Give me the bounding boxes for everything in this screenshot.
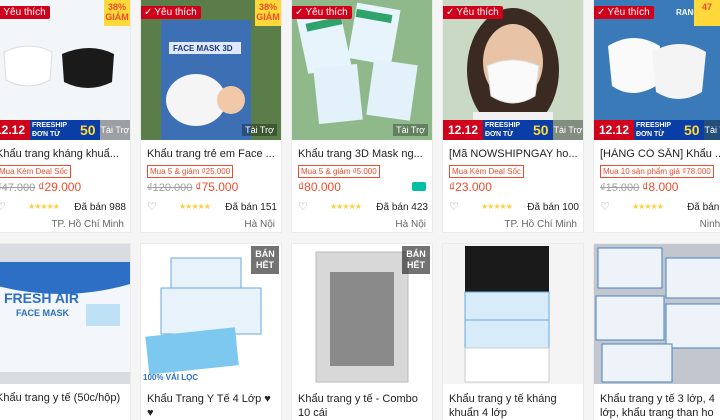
deal-tag: Mua Kèm Deal Sốc (449, 165, 524, 178)
image-badge: 100% VẢI LỌC (143, 373, 199, 382)
price: ₫23.000 (449, 180, 492, 194)
discount-badge: 47 (694, 0, 720, 26)
deal-tag: Mua Kèm Deal Sốc (0, 165, 71, 178)
product-name[interactable]: Khẩu trang y tế - Combo 10 cái (298, 392, 428, 420)
heart-icon[interactable]: ♡ (147, 200, 157, 213)
favorite-badge: ✓Yêu thích (594, 6, 654, 19)
price: ₫47.000₫29.000 (0, 180, 82, 194)
star-rating-icon: ★★★★★ (28, 202, 60, 211)
mask-packs-photo (292, 0, 432, 140)
package-text: FACE MASK 3D (173, 44, 233, 53)
discount-badge: 38% GIẢM (255, 0, 281, 26)
star-rating-icon: ★★★★★ (330, 202, 362, 211)
favorite-badge: ✓Yêu thích (141, 6, 201, 19)
product-image: RANG KT5 ✓Yêu thích 47 12.12 FREESHIP ĐƠ… (594, 0, 720, 140)
deal-tag: Mua 5 & giảm ₫5.000 (298, 165, 380, 178)
sponsored-tag: Tài Trợ (242, 124, 277, 136)
product-card[interactable]: ✓ Yêu thích 12.12 FREESHIP ĐƠN TỪ 50 Tài … (443, 0, 583, 232)
product-card[interactable]: BÁN HẾT 100% VẢI LỌC Khẩu Trang Y Tế 4 L… (141, 244, 281, 420)
product-card[interactable]: FACE MASK 3D ✓ Yêu thích 38% GIẢM Tài Trợ … (141, 0, 281, 232)
location: Ninh Bìn (699, 219, 720, 230)
rating-row: ♡ ★★★★★ Đã bán 1,7 (600, 200, 720, 213)
favorite-badge: ✓Yêu thích (443, 6, 503, 19)
box-sub-text: FACE MASK (16, 308, 70, 318)
location: TP. Hồ Chí Minh (51, 219, 124, 230)
rating-row: ♡ ★★★★★ Đã bán 151 (147, 200, 277, 213)
star-rating-icon: ★★★★★ (632, 202, 664, 211)
favorite-badge: ✓Yêu thích (0, 6, 50, 19)
product-card[interactable]: ✓Yêu thích 38%GIẢM 12.12 FREESHIP ĐƠN TỪ… (0, 0, 130, 232)
product-card[interactable]: BÁN HẾT Khẩu trang y tế - Combo 10 cái (292, 244, 432, 420)
location: Hà Nội (395, 219, 426, 230)
product-name[interactable]: Khẩu trang 3D Mask ng... (298, 148, 428, 160)
location: Hà Nội (244, 219, 275, 230)
favorite-badge: ✓Yêu thích (292, 6, 352, 19)
star-rating-icon: ★★★★★ (481, 202, 513, 211)
product-card[interactable]: RANG KT5 ✓Yêu thích 47 12.12 FREESHIP ĐƠ… (594, 0, 720, 232)
product-image: FACE MASK 3D ✓ Yêu thích 38% GIẢM Tài Trợ (141, 0, 281, 140)
rating-row: ♡ ★★★★★ Đã bán 100 (449, 200, 579, 213)
product-card[interactable]: FRESH AIR FACE MASK Khẩu trang y tế (50c… (0, 244, 130, 420)
heart-icon[interactable]: ♡ (0, 200, 6, 213)
heart-icon[interactable]: ♡ (449, 200, 459, 213)
box-brand-text: FRESH AIR (4, 290, 79, 306)
product-image: ✓ Yêu thích 12.12 FREESHIP ĐƠN TỪ 50 Tài … (443, 0, 583, 140)
sold-out-badge: BÁN HẾT (251, 246, 279, 274)
star-rating-icon: ★★★★★ (179, 202, 211, 211)
product-name[interactable]: [Mã NOWSHIPNGAY ho... (449, 148, 579, 160)
location: TP. Hồ Chí Minh (504, 219, 577, 230)
product-card[interactable]: Khẩu trang y tế 3 lớp, 4 lớp, khẩu trang … (594, 244, 720, 420)
product-image: BÁN HẾT (292, 244, 432, 384)
product-image: BÁN HẾT 100% VẢI LỌC (141, 244, 281, 384)
heart-icon[interactable]: ♡ (600, 200, 610, 213)
product-name[interactable]: Khẩu trang y tế kháng khuẩn 4 lớp (449, 392, 579, 420)
product-image (594, 244, 720, 384)
rating-row: ♡ ★★★★★ Đã bán 423 (298, 200, 428, 213)
promo-banner: 12.12 FREESHIP ĐƠN TỪ 50 Tài Trợ (0, 120, 130, 140)
free-shipping-icon (412, 182, 426, 191)
product-name[interactable]: [HÀNG CÓ SẴN] Khẩu ... (600, 148, 720, 160)
product-name[interactable]: Khẩu trang y tế 3 lớp, 4 lớp, khẩu trang … (600, 392, 720, 420)
product-image: ✓ Yêu thích Tài Trợ (292, 0, 432, 140)
deal-tag: Mua 5 & giảm ₫25.000 (147, 165, 234, 178)
product-name[interactable]: Khẩu Trang Y Tế 4 Lớp ♥ ♥ (147, 392, 277, 420)
product-image (443, 244, 583, 384)
deal-tag: Mua 10 sản phẩm giả ₫78.000 (600, 165, 714, 178)
product-name[interactable]: Khẩu trang kháng khuẩ... (0, 148, 126, 160)
sponsored-tag: Tài Trợ (393, 124, 428, 136)
product-name[interactable]: Khẩu trang trẻ em Face ... (147, 148, 277, 160)
rating-row: ♡ ★★★★★ Đã bán 988 (0, 200, 126, 214)
promo-banner: 12.12 FREESHIP ĐƠN TỪ 50 Tài Trợ (594, 120, 720, 140)
price: ₫80.000 (298, 180, 341, 194)
promo-banner: 12.12 FREESHIP ĐƠN TỪ 50 Tài Trợ (443, 120, 583, 140)
product-image: ✓Yêu thích 38%GIẢM 12.12 FREESHIP ĐƠN TỪ… (0, 0, 130, 140)
product-name[interactable]: Khẩu trang y tế (50c/hộp) (0, 392, 126, 404)
price: ₫120.000 ₫75.000 (147, 180, 239, 194)
model-wearing-mask-photo (443, 0, 583, 140)
mask-boxes-stack-photo (443, 244, 583, 384)
price: ₫15.000 ₫8.000 (600, 180, 679, 194)
product-card[interactable]: Khẩu trang y tế kháng khuẩn 4 lớp (443, 244, 583, 420)
mask-boxes-pile-photo (594, 244, 720, 384)
product-image: FRESH AIR FACE MASK (0, 244, 130, 384)
heart-icon[interactable]: ♡ (298, 200, 308, 213)
product-card[interactable]: ✓ Yêu thích Tài Trợ Khẩu trang 3D Mask ng… (292, 0, 432, 232)
discount-badge: 38% GIẢM (104, 0, 130, 26)
sold-out-badge: BÁN HẾT (402, 246, 430, 274)
